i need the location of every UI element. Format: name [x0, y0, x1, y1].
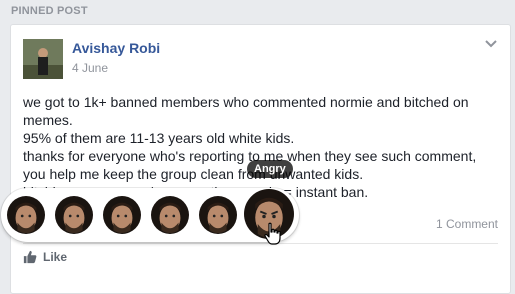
post-line: we got to 1k+ banned members who comment… [23, 94, 469, 110]
post-body: we got to 1k+ banned members who comment… [23, 93, 501, 201]
pinned-post-label: PINNED POST [11, 5, 88, 17]
thumbs-up-icon [23, 250, 37, 264]
hand-pointer-icon [264, 222, 281, 245]
chevron-down-icon[interactable] [484, 39, 498, 49]
reaction-tooltip: Angry [247, 160, 293, 178]
reaction-3[interactable] [103, 196, 141, 234]
post-date[interactable]: 4 June [72, 61, 108, 75]
reaction-1[interactable] [7, 196, 45, 234]
post-line: memes. [23, 112, 73, 128]
reaction-5[interactable] [199, 196, 237, 234]
divider [23, 243, 498, 244]
like-button[interactable]: Like [23, 250, 67, 264]
author-name[interactable]: Avishay Robi [72, 40, 160, 56]
like-label: Like [43, 250, 68, 264]
reaction-2[interactable] [55, 196, 93, 234]
post-line: 95% of them are 11-13 years old white ki… [23, 130, 295, 146]
post-card: Avishay Robi 4 June we got to 1k+ banned… [10, 24, 511, 294]
author-avatar[interactable] [23, 39, 63, 79]
reactions-tray [1, 188, 299, 242]
comments-count-link[interactable]: 1 Comment [436, 217, 498, 231]
reaction-4[interactable] [151, 196, 189, 234]
